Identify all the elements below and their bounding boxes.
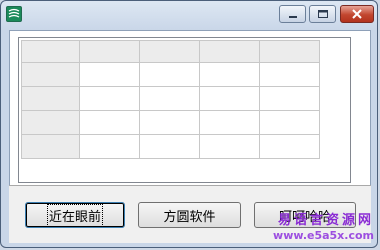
grid-cell[interactable] [259,86,320,111]
grid-cell[interactable] [199,134,260,159]
grid-cell[interactable] [79,86,140,111]
grid-header-row[interactable] [21,40,320,63]
button-fangyuan[interactable]: 方圆软件 [138,202,241,228]
watermark-title: 易语言资源网 [277,213,374,228]
grid-cell[interactable] [199,86,260,111]
minimize-button[interactable] [279,5,306,23]
close-icon [352,9,362,19]
maximize-button[interactable] [309,5,336,23]
close-button[interactable] [340,5,374,23]
grid-cell[interactable] [79,134,140,159]
grid-fixed-cell[interactable] [199,40,260,63]
grid-row[interactable] [21,110,320,135]
grid-cell[interactable] [139,86,200,111]
grid-row[interactable] [21,86,320,111]
grid-row[interactable] [21,134,320,159]
maximize-icon [318,10,328,18]
grid-cell[interactable] [199,62,260,87]
grid-cell[interactable] [139,110,200,135]
grid-cell[interactable] [139,134,200,159]
grid-cell[interactable] [79,62,140,87]
title-bar[interactable] [1,1,377,29]
grid-fixed-cell[interactable] [21,40,80,63]
grid-cell[interactable] [199,110,260,135]
button-near-label: 近在眼前 [46,203,104,227]
button-near[interactable]: 近在眼前 [25,202,125,228]
grid-fixed-cell[interactable] [139,40,200,63]
grid-fixed-cell[interactable] [79,40,140,63]
grid-cell[interactable] [139,62,200,87]
grid-cell[interactable] [259,110,320,135]
grid-fixed-cell[interactable] [259,40,320,63]
watermark: 易语言资源网 www.e5a5x.com [264,213,374,247]
grid-row[interactable] [21,62,320,87]
grid-cell[interactable] [259,62,320,87]
watermark-url: www.e5a5x.com [273,229,374,242]
app-icon[interactable] [6,6,22,22]
button-fangyuan-label: 方圆软件 [163,209,216,225]
grid-cell[interactable] [259,134,320,159]
grid-table[interactable] [21,40,320,159]
grid-fixed-cell[interactable] [21,86,80,111]
grid-control[interactable] [18,37,351,183]
grid-fixed-cell[interactable] [21,62,80,87]
grid-cell[interactable] [79,110,140,135]
minimize-icon [289,16,297,18]
grid-fixed-cell[interactable] [21,110,80,135]
grid-fixed-cell[interactable] [21,134,80,159]
